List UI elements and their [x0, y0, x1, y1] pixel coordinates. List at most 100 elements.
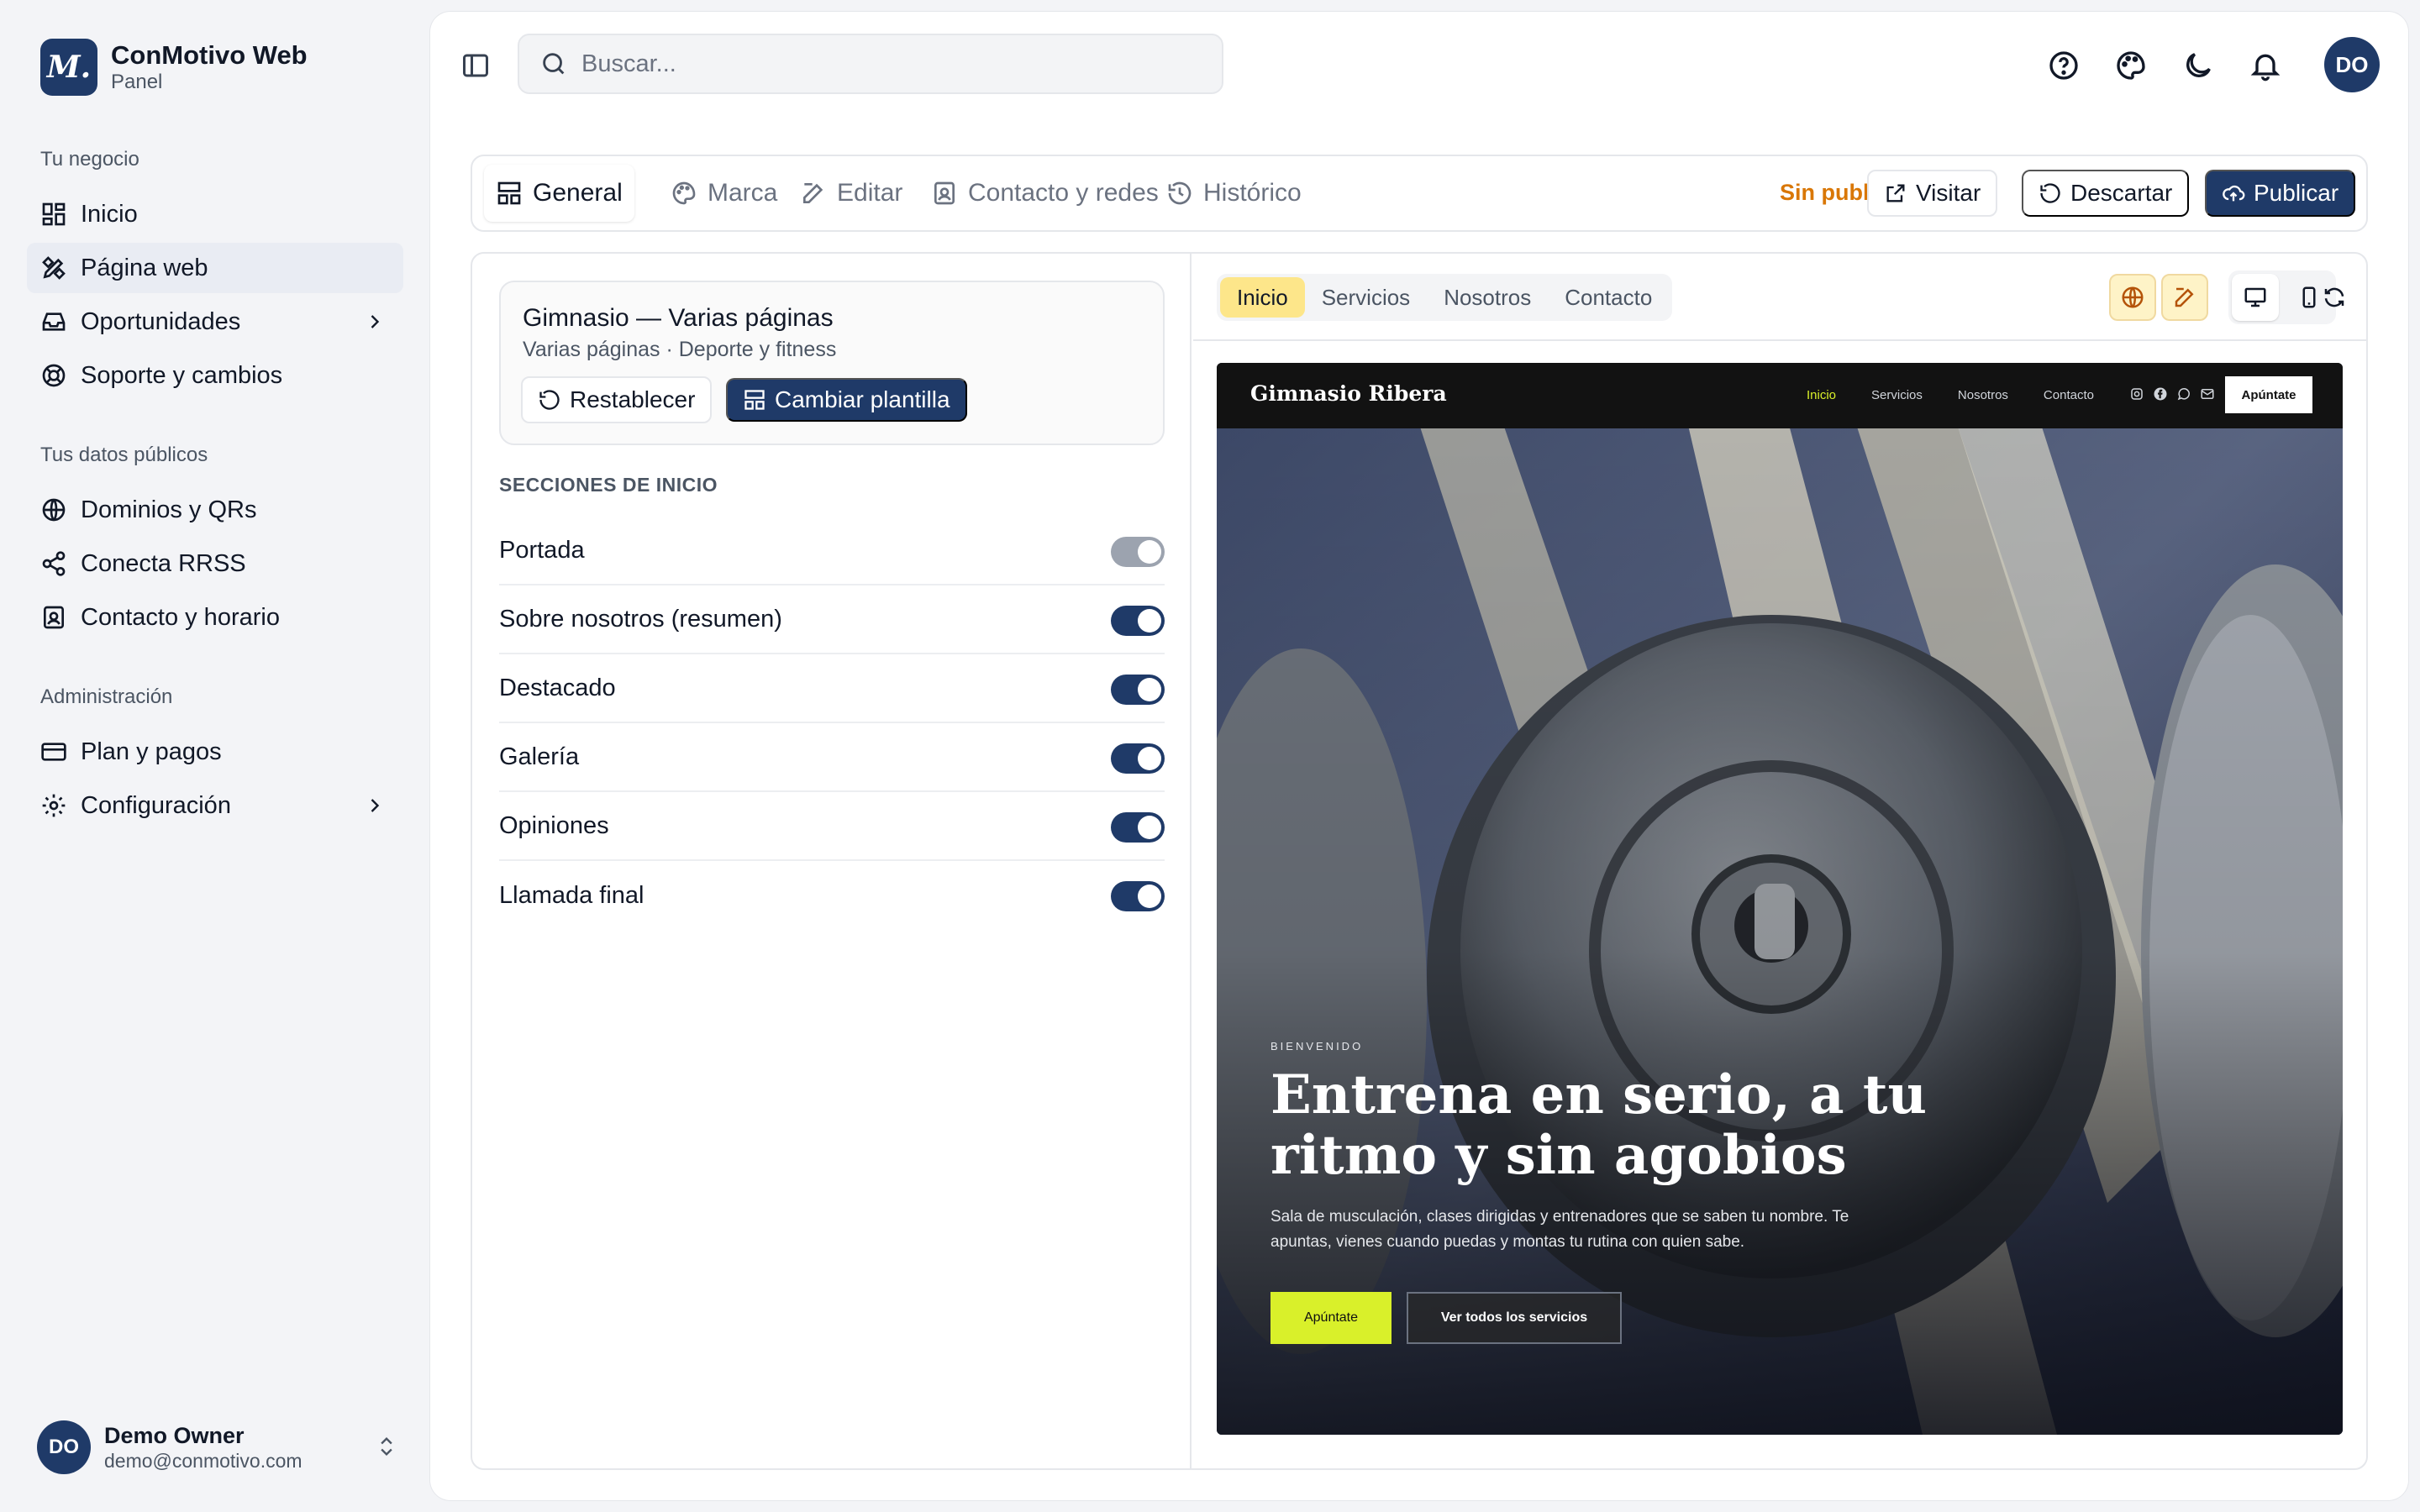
site-social-icons — [2129, 386, 2223, 402]
nav-group-label: Tu negocio — [40, 148, 139, 171]
user-menu[interactable]: DO Demo Owner demo@conmotivo.com — [37, 1420, 398, 1475]
tab-historico[interactable]: Histórico — [1155, 165, 1313, 222]
hero-photo-dumbbell — [1217, 363, 2343, 1435]
search-icon — [543, 53, 565, 75]
sidebar-item-contacto[interactable]: Contacto y horario — [27, 592, 403, 643]
sidebar-toggle-icon[interactable] — [460, 50, 491, 81]
sidebar-item-pagina-web[interactable]: Página web — [27, 243, 403, 293]
preview-tab-contacto[interactable]: Contacto — [1548, 277, 1669, 318]
hero-signup-button[interactable]: Apúntate — [1270, 1292, 1392, 1344]
instagram-icon[interactable] — [2129, 386, 2144, 402]
edit-icon — [803, 183, 823, 203]
site-nav-servicios[interactable]: Servicios — [1871, 388, 1923, 402]
discard-button[interactable]: Descartar — [2022, 170, 2190, 217]
section-row-sobre-nosotros: Sobre nosotros (resumen) — [499, 585, 1165, 654]
section-label: Galería — [499, 743, 580, 770]
sidebar-item-inicio[interactable]: Inicio — [27, 189, 403, 239]
facebook-icon[interactable] — [2153, 386, 2168, 402]
nav-group-label: Administración — [40, 685, 173, 708]
brand-logo: M. — [40, 39, 97, 96]
preview-tab-servicios[interactable]: Servicios — [1305, 277, 1427, 318]
site-preview[interactable]: Gimnasio Ribera Inicio Servicios Nosotro… — [1217, 363, 2343, 1435]
reset-button[interactable]: Restablecer — [521, 376, 713, 423]
tab-label: Editar — [837, 179, 903, 207]
layout-icon — [744, 390, 765, 410]
palette-icon[interactable] — [2114, 49, 2148, 82]
undo-icon — [2040, 183, 2060, 203]
moon-icon[interactable] — [2181, 49, 2215, 82]
section-row-opiniones: Opiniones — [499, 792, 1165, 861]
history-icon — [1168, 181, 1192, 205]
preview-tab-nosotros[interactable]: Nosotros — [1427, 277, 1548, 318]
main-panel: DO General Marca Editar Contacto y redes… — [430, 12, 2408, 1500]
section-toggle[interactable] — [1111, 743, 1165, 774]
template-description: Varias páginas · Deporte y fitness — [523, 338, 837, 361]
tab-label: General — [533, 179, 623, 207]
sections-heading: SECCIONES DE INICIO — [499, 474, 718, 496]
site-nav-inicio[interactable]: Inicio — [1807, 388, 1836, 402]
design-tools-icon — [42, 256, 66, 280]
site-nav-contacto[interactable]: Contacto — [2044, 388, 2094, 402]
sidebar-item-label: Configuración — [81, 791, 231, 819]
gear-icon — [42, 794, 66, 817]
bell-icon[interactable] — [2249, 49, 2282, 82]
hero-text: Sala de musculación, clases dirigidas y … — [1270, 1208, 1849, 1251]
sidebar-item-oportunidades[interactable]: Oportunidades — [27, 297, 403, 347]
sidebar: M. ConMotivo Web Panel Tu negocio Inicio… — [0, 0, 427, 1512]
language-button[interactable] — [2109, 274, 2156, 321]
sidebar-item-soporte[interactable]: Soporte y cambios — [27, 350, 403, 401]
sidebar-item-rrss[interactable]: Conecta RRSS — [27, 538, 403, 589]
dashboard-icon — [42, 202, 66, 226]
hero-services-button[interactable]: Ver todos los servicios — [1407, 1292, 1622, 1344]
tab-editar[interactable]: Editar — [788, 165, 914, 222]
desktop-view-button[interactable] — [2232, 274, 2279, 321]
refresh-button[interactable] — [2311, 274, 2358, 321]
section-toggle[interactable] — [1111, 675, 1165, 705]
chevron-right-icon — [371, 799, 380, 812]
tab-label: Marca — [708, 179, 778, 207]
whatsapp-icon[interactable] — [2176, 386, 2191, 402]
sidebar-item-plan[interactable]: Plan y pagos — [27, 727, 403, 777]
tab-label: Contacto y redes — [968, 179, 1159, 207]
visit-label: Visitar — [1916, 180, 1981, 206]
visit-button[interactable]: Visitar — [1867, 170, 1998, 217]
tab-marca[interactable]: Marca — [659, 165, 789, 222]
publish-button[interactable]: Publicar — [2205, 170, 2356, 217]
section-toggle[interactable] — [1111, 812, 1165, 843]
chevron-right-icon — [371, 315, 380, 328]
section-toggle[interactable] — [1111, 881, 1165, 911]
section-row-destacado: Destacado — [499, 654, 1165, 723]
undo-icon — [539, 390, 560, 410]
config-panel: Gimnasio — Varias páginas Varias páginas… — [472, 254, 1192, 1468]
site-brand[interactable]: Gimnasio Ribera — [1250, 381, 1447, 406]
contact-card-icon — [44, 606, 64, 629]
contact-card-icon — [934, 181, 955, 205]
avatar[interactable]: DO — [2324, 37, 2380, 92]
tab-contacto-redes[interactable]: Contacto y redes — [919, 165, 1171, 222]
toggle-knob — [1138, 816, 1161, 839]
section-toggle[interactable] — [1111, 537, 1165, 567]
search-input[interactable] — [581, 50, 1170, 78]
site-nav-nosotros[interactable]: Nosotros — [1958, 388, 2008, 402]
user-email: demo@conmotivo.com — [104, 1450, 302, 1472]
sidebar-item-label: Página web — [81, 254, 208, 281]
mail-icon[interactable] — [2200, 386, 2215, 402]
help-icon[interactable] — [2047, 49, 2081, 82]
section-toggle[interactable] — [1111, 606, 1165, 636]
site-signup-button[interactable]: Apúntate — [2225, 376, 2312, 413]
edit-mode-button[interactable] — [2161, 274, 2208, 321]
preview-tab-inicio[interactable]: Inicio — [1220, 277, 1305, 318]
sidebar-item-label: Conecta RRSS — [81, 549, 246, 577]
inbox-icon — [42, 312, 66, 331]
lifebuoy-icon — [42, 364, 66, 387]
change-template-button[interactable]: Cambiar plantilla — [726, 378, 967, 422]
sidebar-item-dominios[interactable]: Dominios y QRs — [27, 485, 403, 535]
layout-icon — [497, 181, 521, 205]
brand[interactable]: M. ConMotivo Web Panel — [40, 39, 308, 96]
sidebar-item-label: Dominios y QRs — [81, 496, 257, 523]
share-icon — [42, 551, 66, 576]
sidebar-item-configuracion[interactable]: Configuración — [27, 780, 403, 831]
toggle-knob — [1138, 747, 1161, 770]
tab-general[interactable]: General — [484, 165, 634, 222]
search-box[interactable] — [518, 34, 1223, 94]
